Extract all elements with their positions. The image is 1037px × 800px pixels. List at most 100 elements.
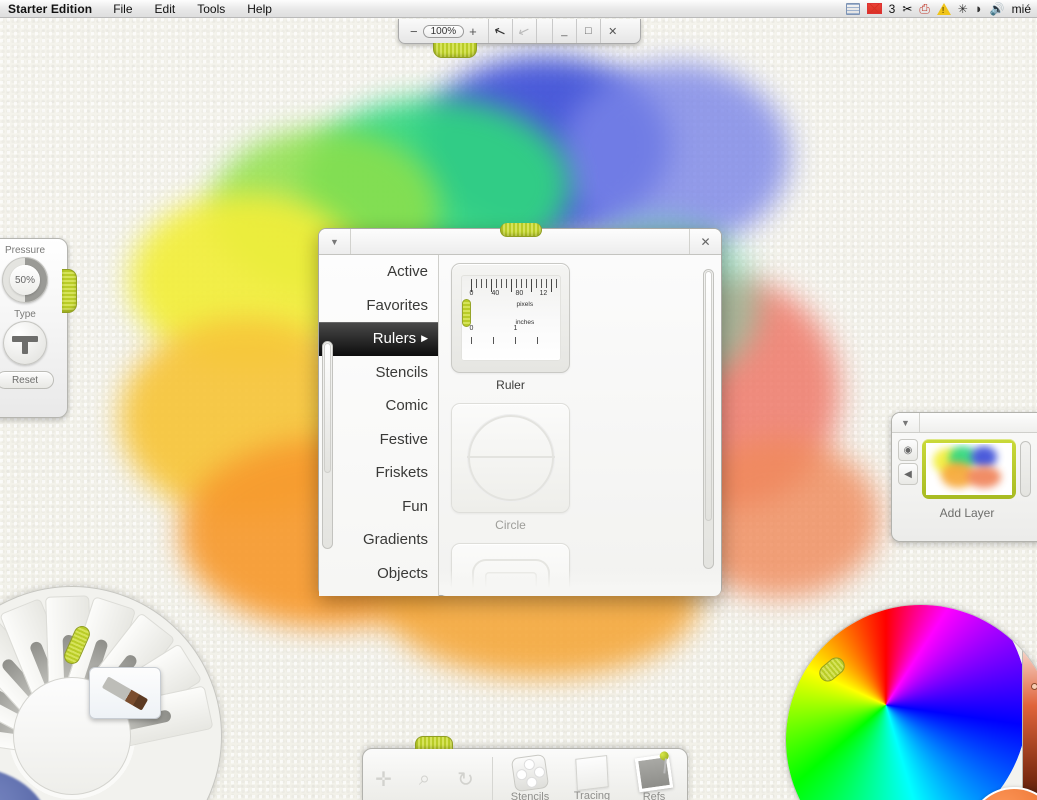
ruler-inch-ticks — [470, 337, 559, 344]
clock-label[interactable]: mié — [1012, 2, 1031, 16]
bluetooth-icon[interactable]: ✳ — [958, 3, 968, 15]
add-layer-button[interactable]: Add Layer — [892, 506, 1037, 520]
document-icon[interactable] — [845, 2, 860, 15]
palette-knife-icon — [101, 675, 149, 711]
wifi-icon[interactable]: ◗ — [975, 2, 983, 15]
type-knob[interactable] — [3, 321, 47, 365]
stencils-button[interactable]: Stencils — [499, 753, 561, 800]
zoom-in-icon[interactable]: + — [464, 24, 482, 39]
stencil-item-label: Circle — [495, 518, 526, 532]
dialog-pin-handle[interactable] — [500, 223, 542, 237]
dialog-content-scrollbar-thumb[interactable] — [705, 271, 712, 521]
menu-item-edit[interactable]: Edit — [144, 2, 187, 16]
dialog-menu-chevron-down-icon[interactable]: ▼ — [319, 229, 351, 254]
circle-preview-icon — [466, 415, 555, 501]
bottom-toolbar-pin-handle[interactable] — [415, 736, 453, 749]
sidebar-item-label: Gradients — [362, 531, 428, 549]
sidebar-scrollbar-thumb[interactable] — [324, 343, 331, 473]
sidebar-item-comic[interactable]: Comic — [319, 389, 438, 423]
stencil-item-ruler[interactable]: 0 40 80 12 pixels inches 0 1 Ruler — [451, 263, 570, 392]
ruler-unit-pixels-label: pixels — [516, 301, 534, 308]
pressure-value: 50% — [10, 265, 40, 295]
scissors-icon[interactable]: ✂ — [902, 3, 912, 15]
tracing-icon — [575, 754, 609, 791]
refs-icon — [634, 750, 674, 792]
tracing-button[interactable]: Tracing — [561, 754, 623, 800]
minimize-button[interactable]: _ — [553, 19, 577, 43]
maximize-button[interactable]: □ — [577, 19, 601, 43]
dialog-category-sidebar: Active Favorites Rulers ▶ Stencils Comic… — [319, 255, 439, 596]
zoom-out-icon: − — [410, 23, 418, 39]
ruler-pin-handle[interactable] — [461, 299, 471, 327]
zoom-level-value[interactable]: 100% — [422, 24, 465, 38]
chevron-right-icon: ▶ — [421, 333, 428, 344]
refs-pushpin-icon — [659, 750, 670, 761]
zoom-out-button[interactable]: − 100% + — [399, 19, 489, 43]
sidebar-item-rulers[interactable]: Rulers ▶ — [319, 322, 438, 356]
stencil-thumbnail[interactable]: 0 40 80 12 pixels inches 0 1 — [451, 263, 570, 373]
ruler-inch-label: 1 — [513, 325, 518, 332]
thumb-paint-coral — [967, 466, 1001, 488]
stencil-thumbnail[interactable] — [451, 403, 570, 513]
dialog-content-scrollbar[interactable] — [703, 269, 714, 569]
toolbar-gap — [537, 19, 553, 43]
ruler-inch-label: 0 — [469, 325, 474, 332]
bottom-toolbar: ✛ ⌕ ↻ Stencils Tracing Refs — [362, 736, 688, 800]
rotate-icon[interactable]: ↻ — [445, 759, 486, 800]
layers-panel: ▼ ◉ ◀ Add Layer — [891, 412, 1037, 542]
luminance-marker[interactable] — [1031, 683, 1037, 690]
sidebar-scrollbar[interactable] — [322, 341, 333, 549]
menu-bar: Starter Edition File Edit Tools Help 3 ✂… — [0, 0, 1037, 18]
move-icon[interactable]: ✛ — [363, 759, 404, 800]
layer-controls: ◉ ◀ — [898, 439, 918, 499]
sidebar-item-friskets[interactable]: Friskets — [319, 456, 438, 490]
toolbar-pin-handle[interactable] — [433, 43, 477, 58]
gmail-icon[interactable] — [866, 3, 882, 14]
sidebar-item-label: Active — [387, 263, 428, 281]
close-button[interactable]: ✕ — [601, 19, 625, 43]
sidebar-item-fun[interactable]: Fun — [319, 490, 438, 524]
refs-button[interactable]: Refs — [623, 750, 685, 800]
stencil-item-circle[interactable]: Circle — [451, 403, 570, 532]
magnifier-icon[interactable]: ⌕ — [404, 759, 445, 800]
ruler-preview-icon: 0 40 80 12 pixels inches 0 1 — [460, 275, 561, 361]
menu-item-tools[interactable]: Tools — [186, 2, 236, 16]
sidebar-item-stencils[interactable]: Stencils — [319, 356, 438, 390]
menu-item-file[interactable]: File — [102, 2, 143, 16]
layer-selected-highlight[interactable] — [922, 439, 1016, 499]
layers-scrollbar[interactable] — [1020, 441, 1031, 497]
dialog-content-area: 0 40 80 12 pixels inches 0 1 Ruler Circl… — [439, 255, 721, 596]
pressure-panel-pin-handle[interactable] — [62, 269, 77, 313]
redo-button[interactable]: ↗ — [513, 19, 537, 43]
sidebar-item-active[interactable]: Active — [319, 255, 438, 289]
reset-button[interactable]: Reset — [0, 371, 54, 389]
sidebar-item-objects[interactable]: Objects — [319, 557, 438, 591]
luminance-slider[interactable] — [1022, 627, 1037, 800]
layer-thumbnail[interactable] — [926, 443, 1012, 495]
pressure-dial[interactable]: 50% — [2, 257, 48, 303]
volume-icon[interactable]: 🔊 — [990, 3, 1005, 15]
app-name-label[interactable]: Starter Edition — [0, 2, 102, 16]
toolbar-divider — [492, 757, 493, 800]
layers-menu-chevron-down-icon[interactable]: ▼ — [892, 413, 920, 432]
hue-saturation-wheel[interactable] — [786, 605, 1028, 800]
ruler-tick-label: 40 — [491, 290, 500, 297]
ruler-tick-label: 0 — [469, 290, 474, 297]
collapse-left-icon[interactable]: ◀ — [898, 463, 918, 485]
sidebar-item-label: Friskets — [375, 464, 429, 482]
undo-button[interactable]: ↖ — [489, 19, 513, 43]
warning-icon[interactable] — [936, 2, 951, 15]
eye-icon[interactable]: ◉ — [898, 439, 918, 461]
color-picker-wheel[interactable]: Metallic ▲ — [785, 604, 1037, 800]
ruler-unit-inches-label: inches — [515, 319, 535, 326]
sidebar-item-festive[interactable]: Festive — [319, 423, 438, 457]
printer-icon[interactable]: ⎙ — [919, 2, 929, 15]
selected-brush-preview[interactable] — [89, 667, 161, 719]
layers-panel-titlebar[interactable]: ▼ — [892, 413, 1037, 433]
dialog-close-icon[interactable]: ✕ — [689, 229, 721, 254]
sidebar-item-gradients[interactable]: Gradients — [319, 523, 438, 557]
view-tools-group: ✛ ⌕ ↻ — [363, 749, 486, 800]
sidebar-item-favorites[interactable]: Favorites — [319, 289, 438, 323]
menu-item-help[interactable]: Help — [236, 2, 283, 16]
dialog-body: Active Favorites Rulers ▶ Stencils Comic… — [319, 255, 721, 596]
